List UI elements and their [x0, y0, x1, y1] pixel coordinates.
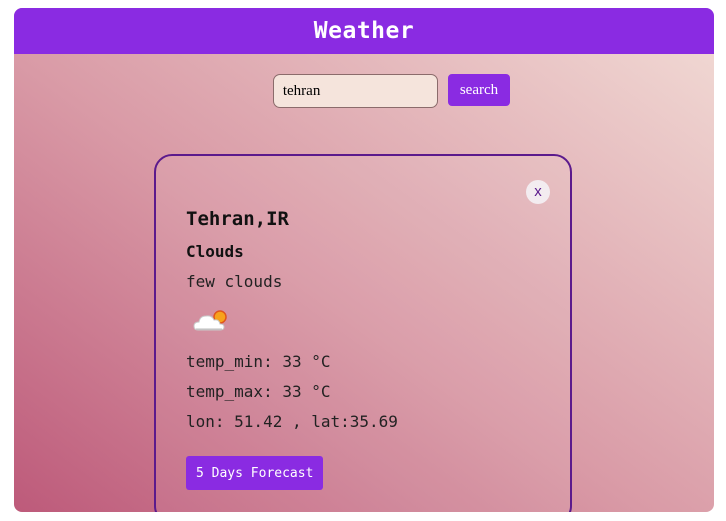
- close-button[interactable]: x: [526, 180, 550, 204]
- header-bar: Weather: [14, 8, 714, 54]
- search-button[interactable]: search: [447, 74, 511, 106]
- temp-max: temp_max: 33 °C: [186, 382, 331, 401]
- weather-card: x Tehran,IR Clouds few clouds temp_min: …: [154, 154, 572, 512]
- weather-app: Weather search x Tehran,IR Clouds few cl…: [14, 8, 714, 512]
- few-clouds-icon: [193, 310, 227, 331]
- search-bar: search: [14, 74, 714, 108]
- city-name: Tehran,IR: [186, 208, 289, 230]
- weather-description: few clouds: [186, 272, 283, 291]
- temp-min: temp_min: 33 °C: [186, 352, 331, 371]
- forecast-button[interactable]: 5 Days Forecast: [186, 456, 324, 490]
- weather-main: Clouds: [186, 242, 244, 261]
- search-input[interactable]: [272, 74, 438, 108]
- coordinates: lon: 51.42 , lat:35.69: [186, 412, 398, 431]
- page-title: Weather: [313, 18, 415, 44]
